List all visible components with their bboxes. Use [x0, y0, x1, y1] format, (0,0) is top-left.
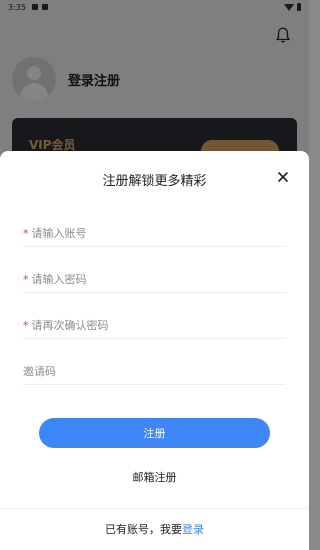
email-register-link[interactable]: 邮箱注册 [0, 469, 309, 485]
register-sheet: 注册解锁更多精彩 * * * 注册 邮箱注册 已有账号，我要登录 [0, 151, 309, 550]
invite-code-field [23, 359, 286, 385]
register-button[interactable]: 注册 [39, 418, 270, 448]
confirm-password-input[interactable] [31, 319, 262, 332]
confirm-password-field: * [23, 313, 286, 339]
login-prompt-text: 已有账号，我要 [105, 523, 182, 536]
login-prompt: 已有账号，我要登录 [0, 521, 309, 537]
invite-code-input[interactable] [23, 365, 253, 378]
sheet-title: 注册解锁更多精彩 [102, 174, 207, 189]
account-input[interactable] [31, 227, 262, 240]
required-mark: * [23, 273, 29, 286]
password-field: * [23, 267, 286, 293]
password-input[interactable] [31, 273, 262, 286]
required-mark: * [23, 227, 29, 240]
close-icon[interactable] [275, 169, 291, 185]
required-mark: * [23, 319, 29, 332]
divider [0, 508, 309, 509]
account-field: * [23, 221, 286, 247]
login-link[interactable]: 登录 [182, 523, 204, 536]
